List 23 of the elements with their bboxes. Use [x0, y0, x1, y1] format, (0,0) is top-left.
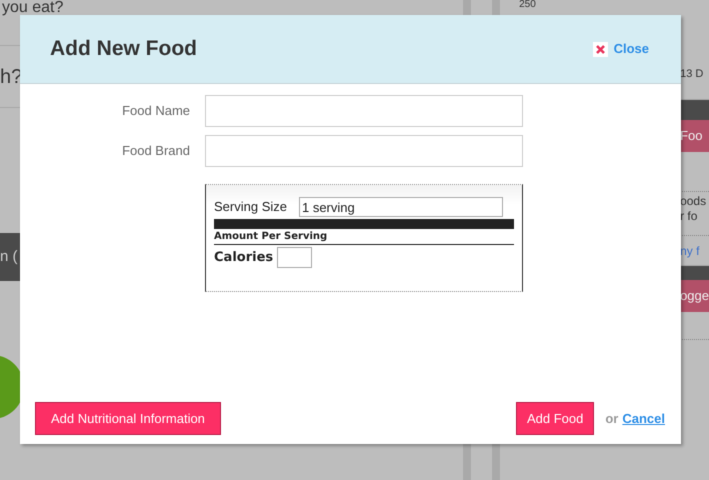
cancel-link[interactable]: Cancel	[622, 408, 665, 428]
section-title: n (	[0, 246, 18, 267]
or-text: or	[605, 410, 618, 428]
serving-size-label: Serving Size	[214, 198, 287, 216]
close-icon	[592, 42, 608, 56]
text-field[interactable]	[205, 135, 523, 167]
note-text: r fo	[680, 209, 698, 224]
dialog-title: Add New Food	[50, 36, 197, 62]
add-nutrition-button[interactable]: Add Nutritional Information	[35, 402, 221, 435]
calories-label: Calories	[214, 248, 274, 267]
add-food-button[interactable]: Add Food	[516, 402, 594, 435]
field-label: Food Brand	[121, 142, 190, 160]
page-heading: you eat?	[2, 0, 64, 16]
close-button[interactable]: Close	[592, 39, 649, 59]
axis-value: 250	[519, 0, 536, 10]
calories-field[interactable]	[277, 247, 312, 268]
amount-heading: Amount Per Serving	[214, 230, 514, 245]
note-text: oods	[680, 194, 708, 209]
foods-link[interactable]: ny f	[680, 242, 700, 260]
date-label: 13 D	[680, 68, 704, 80]
serving-size-field[interactable]: 1 serving	[298, 197, 503, 217]
field-label: Food Name	[121, 102, 190, 120]
text-field[interactable]	[205, 95, 523, 127]
